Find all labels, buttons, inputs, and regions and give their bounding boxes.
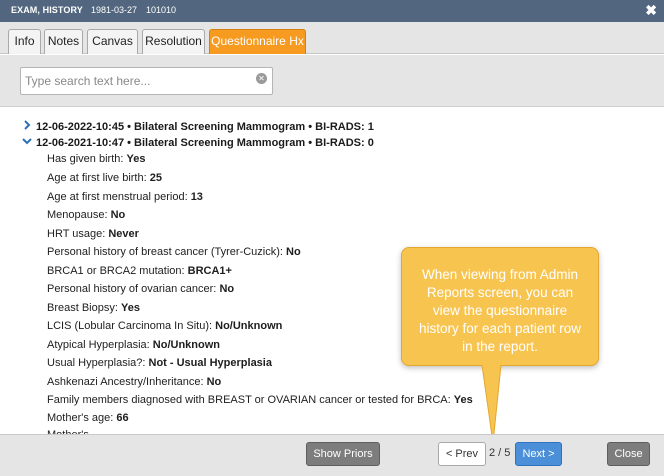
answer-text: BRCA1+: [187, 265, 232, 277]
question-row: Has given birth: Yes: [47, 151, 145, 167]
question-text: Menopause:: [47, 209, 108, 221]
answer-text: Yes: [120, 302, 140, 314]
tab-resolution[interactable]: Resolution: [142, 29, 205, 54]
info-callout: When viewing from Admin Reports screen, …: [401, 247, 599, 366]
answer-text: No: [286, 246, 301, 258]
question-text: Family members diagnosed with BREAST or …: [47, 394, 451, 406]
question-row: Mother's age: 66: [47, 410, 129, 426]
exam-label: 12-06-2022-10:45 • Bilateral Screening M…: [36, 121, 374, 133]
answer-text: No/Unknown: [152, 339, 220, 351]
search-input[interactable]: [25, 72, 253, 90]
tab-canvas[interactable]: Canvas: [87, 29, 138, 54]
question-row: Age at first menstrual period: 13: [47, 189, 203, 205]
prev-button[interactable]: < Prev: [438, 442, 486, 466]
next-button[interactable]: Next >: [515, 442, 562, 466]
answer-text: No: [110, 209, 126, 221]
answer-text: Yes: [453, 394, 473, 406]
question-text: Mother's age:: [47, 412, 114, 424]
question-row: LCIS (Lobular Carcinoma In Situ): No/Unk…: [47, 318, 282, 334]
question-text: LCIS (Lobular Carcinoma In Situ):: [47, 320, 213, 332]
question-row: Age at first live birth: 25: [47, 170, 162, 186]
question-row: Ashkenazi Ancestry/Inheritance: No: [47, 374, 221, 390]
answer-text: Not - Usual Hyperplasia: [148, 357, 272, 369]
callout-text: When viewing from Admin Reports screen, …: [418, 267, 582, 354]
question-text: Ashkenazi Ancestry/Inheritance:: [47, 376, 204, 388]
question-text: Usual Hyperplasia?:: [47, 357, 146, 369]
patient-id: 101010: [146, 5, 177, 15]
answer-text: Yes: [126, 153, 146, 165]
chevron-down-icon[interactable]: [22, 135, 36, 151]
exam-row-collapsed[interactable]: 12-06-2022-10:45 • Bilateral Screening M…: [22, 119, 374, 135]
question-text: Personal history of breast cancer (Tyrer…: [47, 246, 283, 258]
answer-text: 13: [190, 191, 203, 203]
question-row: Personal history of breast cancer (Tyrer…: [47, 244, 301, 260]
answer-text: 25: [149, 172, 162, 184]
question-text: HRT usage:: [47, 228, 106, 240]
answer-text: 66: [116, 412, 129, 424]
question-row: Breast Biopsy: Yes: [47, 300, 140, 316]
exam-label: 12-06-2021-10:47 • Bilateral Screening M…: [36, 137, 374, 149]
tab-questionnaire-hx[interactable]: Questionnaire Hx: [209, 29, 306, 54]
question-text: Age at first live birth:: [47, 172, 147, 184]
title-bar: EXAM, HISTORY 1981-03-27 101010 ✖: [0, 0, 664, 22]
clear-search-icon[interactable]: ✕: [256, 73, 267, 84]
question-row: BRCA1 or BRCA2 mutation: BRCA1+: [47, 263, 232, 279]
callout-pointer: [481, 365, 502, 444]
tab-info[interactable]: Info: [8, 29, 41, 54]
answer-text: No/Unknown: [215, 320, 283, 332]
page-indicator: 2 / 5: [489, 447, 511, 459]
chevron-right-icon[interactable]: [22, 119, 36, 135]
footer-bar: Show Priors < Prev 2 / 5 Next > Close: [0, 434, 664, 476]
question-text: Age at first menstrual period:: [47, 191, 188, 203]
close-icon[interactable]: ✖: [645, 2, 657, 18]
question-row: Atypical Hyperplasia: No/Unknown: [47, 337, 220, 353]
question-row: Family members diagnosed with BREAST or …: [47, 392, 473, 408]
answer-text: No: [206, 376, 222, 388]
patient-dob: 1981-03-27: [91, 5, 138, 15]
question-row: HRT usage: Never: [47, 226, 139, 242]
question-text: Personal history of ovarian cancer:: [47, 283, 217, 295]
question-text: Atypical Hyperplasia:: [47, 339, 150, 351]
close-button[interactable]: Close: [607, 442, 650, 466]
search-area: ✕: [0, 55, 664, 107]
tab-bar: Info Notes Canvas Resolution Questionnai…: [0, 22, 664, 54]
exam-row-expanded[interactable]: 12-06-2021-10:47 • Bilateral Screening M…: [22, 135, 374, 151]
tab-notes[interactable]: Notes: [44, 29, 83, 54]
window-title: EXAM, HISTORY: [11, 5, 83, 15]
search-box: ✕: [20, 67, 273, 95]
answer-text: No: [219, 283, 235, 295]
question-row: Personal history of ovarian cancer: No: [47, 281, 234, 297]
show-priors-button[interactable]: Show Priors: [306, 442, 380, 466]
question-text: Breast Biopsy:: [47, 302, 118, 314]
question-text: BRCA1 or BRCA2 mutation:: [47, 265, 185, 277]
question-text: Has given birth:: [47, 153, 124, 165]
question-row: Usual Hyperplasia?: Not - Usual Hyperpla…: [47, 355, 272, 371]
answer-text: Never: [108, 228, 139, 240]
question-row: Menopause: No: [47, 207, 125, 223]
